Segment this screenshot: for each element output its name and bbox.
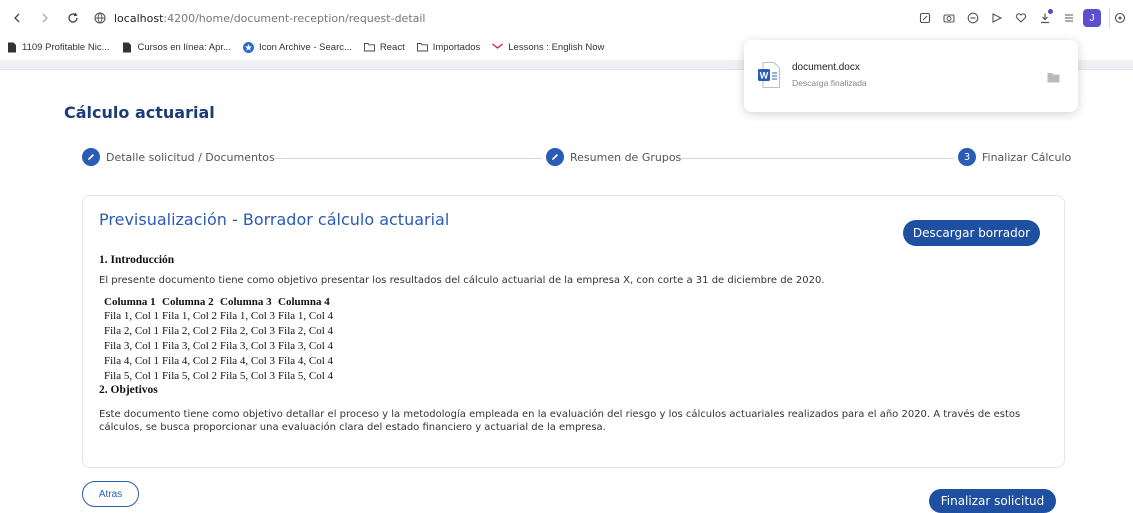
table-cell: Fila 4, Col 3 <box>220 355 276 367</box>
table-cell: Fila 1, Col 4 <box>278 310 334 322</box>
section-heading: 1. Introducción <box>99 254 175 266</box>
table-row: Fila 3, Col 1 Fila 3, Col 2 Fila 3, Col … <box>104 339 336 354</box>
forward-arrow-icon[interactable] <box>34 7 56 29</box>
table-header-cell: Columna 4 <box>278 296 330 308</box>
camera-icon[interactable] <box>939 8 959 28</box>
bookmark-item[interactable]: 1109 Profitable Nic... <box>6 42 109 53</box>
table-row: Fila 2, Col 1 Fila 2, Col 2 Fila 2, Col … <box>104 324 336 339</box>
section-paragraph: El presente documento tiene como objetiv… <box>99 275 825 286</box>
file-icon <box>121 42 132 53</box>
step-detalle[interactable]: Detalle solicitud / Documentos <box>82 148 275 166</box>
section-paragraph: Este documento tiene como objetivo detal… <box>99 409 1021 433</box>
stepper: Detalle solicitud / Documentos Resumen d… <box>82 148 1072 170</box>
preview-table: Columna 1 Columna 2 Columna 3 Columna 4 … <box>104 296 336 384</box>
folder-icon <box>363 42 375 53</box>
bookmark-item[interactable]: Lessons : English Now <box>492 42 604 53</box>
bookmark-folder[interactable]: Importados <box>416 41 481 53</box>
star-badge-icon <box>242 41 254 53</box>
bookmark-label: React <box>379 41 405 53</box>
table-header-cell: Columna 2 <box>162 296 214 308</box>
back-button[interactable]: Atras <box>82 481 139 507</box>
lessons-icon <box>492 42 504 53</box>
word-doc-icon: W <box>758 62 780 88</box>
download-indicator-dot <box>1048 9 1053 14</box>
reload-icon[interactable] <box>62 7 84 29</box>
file-icon <box>6 42 17 53</box>
download-popup[interactable]: W document.docx Descarga finalizada <box>744 40 1078 112</box>
list-icon[interactable] <box>1059 8 1079 28</box>
table-cell: Fila 2, Col 3 <box>220 325 276 337</box>
url-path: :4200/home/document-reception/request-de… <box>163 11 426 25</box>
step-number: 3 <box>958 148 976 166</box>
step-finalizar[interactable]: 3 Finalizar Cálculo <box>958 148 1072 166</box>
bookmark-label: Importados <box>432 41 481 53</box>
send-icon[interactable] <box>987 8 1007 28</box>
table-cell: Fila 3, Col 3 <box>220 340 276 352</box>
folder-icon <box>416 42 428 53</box>
folder-icon[interactable] <box>1047 68 1060 83</box>
step-label: Resumen de Grupos <box>570 150 682 164</box>
profile-avatar[interactable]: J <box>1083 9 1101 27</box>
preview-title: Previsualización - Borrador cálculo actu… <box>99 210 450 229</box>
table-cell: Fila 3, Col 2 <box>162 340 218 352</box>
finish-request-button[interactable]: Finalizar solicitud <box>929 489 1056 513</box>
table-cell: Fila 5, Col 1 <box>104 370 160 382</box>
url-host: localhost <box>114 11 164 25</box>
table-cell: Fila 2, Col 1 <box>104 325 160 337</box>
address-bar[interactable]: localhost:4200/home/document-reception/r… <box>92 10 425 26</box>
table-cell: Fila 5, Col 4 <box>278 370 334 382</box>
table-cell: Fila 2, Col 2 <box>162 325 218 337</box>
table-cell: Fila 1, Col 3 <box>220 310 276 322</box>
table-header-row: Columna 1 Columna 2 Columna 3 Columna 4 <box>104 296 336 309</box>
back-arrow-icon[interactable] <box>6 7 28 29</box>
site-info-icon[interactable] <box>92 10 108 26</box>
bookmark-label: Icon Archive - Searc... <box>258 41 352 53</box>
step-label: Detalle solicitud / Documentos <box>106 150 275 164</box>
bookmark-label: Cursos en línea: Apr... <box>137 41 231 53</box>
table-cell: Fila 3, Col 4 <box>278 340 334 352</box>
bookmark-item[interactable]: Cursos en línea: Apr... <box>121 41 231 53</box>
section-heading: 2. Objetivos <box>99 384 158 396</box>
step-resumen[interactable]: Resumen de Grupos <box>546 148 682 166</box>
heart-icon[interactable] <box>1011 8 1031 28</box>
bookmark-folder[interactable]: React <box>363 41 405 53</box>
table-header-cell: Columna 1 <box>104 296 156 308</box>
table-row: Fila 1, Col 1 Fila 1, Col 2 Fila 1, Col … <box>104 309 336 324</box>
screenshot-icon[interactable] <box>915 8 935 28</box>
download-status: Descarga finalizada <box>792 78 867 88</box>
step-connector <box>272 158 542 159</box>
table-cell: Fila 4, Col 2 <box>162 355 218 367</box>
table-cell: Fila 4, Col 4 <box>278 355 334 367</box>
table-row: Fila 5, Col 1 Fila 5, Col 2 Fila 5, Col … <box>104 369 336 384</box>
svg-text:W: W <box>760 71 769 81</box>
step-label: Finalizar Cálculo <box>982 150 1072 164</box>
table-row: Fila 4, Col 1 Fila 4, Col 2 Fila 4, Col … <box>104 354 336 369</box>
table-cell: Fila 3, Col 1 <box>104 340 160 352</box>
step-connector <box>678 158 954 159</box>
table-header-cell: Columna 3 <box>220 296 272 308</box>
bookmark-item[interactable]: Icon Archive - Searc... <box>242 41 352 53</box>
extension-icon[interactable] <box>1109 8 1129 28</box>
table-cell: Fila 5, Col 3 <box>220 370 276 382</box>
pencil-icon <box>546 148 564 166</box>
browser-toolbar: localhost:4200/home/document-reception/r… <box>0 0 1133 36</box>
table-cell: Fila 1, Col 1 <box>104 310 160 322</box>
pencil-icon <box>82 148 100 166</box>
download-file-name[interactable]: document.docx <box>792 62 860 73</box>
shield-icon[interactable] <box>963 8 983 28</box>
table-cell: Fila 1, Col 2 <box>162 310 218 322</box>
table-cell: Fila 5, Col 2 <box>162 370 218 382</box>
page-title: Cálculo actuarial <box>64 103 215 122</box>
download-icon[interactable] <box>1035 8 1055 28</box>
bookmark-label: Lessons : English Now <box>508 41 605 53</box>
bookmark-label: 1109 Profitable Nic... <box>22 41 110 53</box>
table-cell: Fila 2, Col 4 <box>278 325 334 337</box>
table-cell: Fila 4, Col 1 <box>104 355 160 367</box>
download-draft-button[interactable]: Descargar borrador <box>903 220 1040 246</box>
document-preview: 1. Introducción El presente documento ti… <box>99 254 1049 434</box>
preview-card: Previsualización - Borrador cálculo actu… <box>82 195 1065 468</box>
